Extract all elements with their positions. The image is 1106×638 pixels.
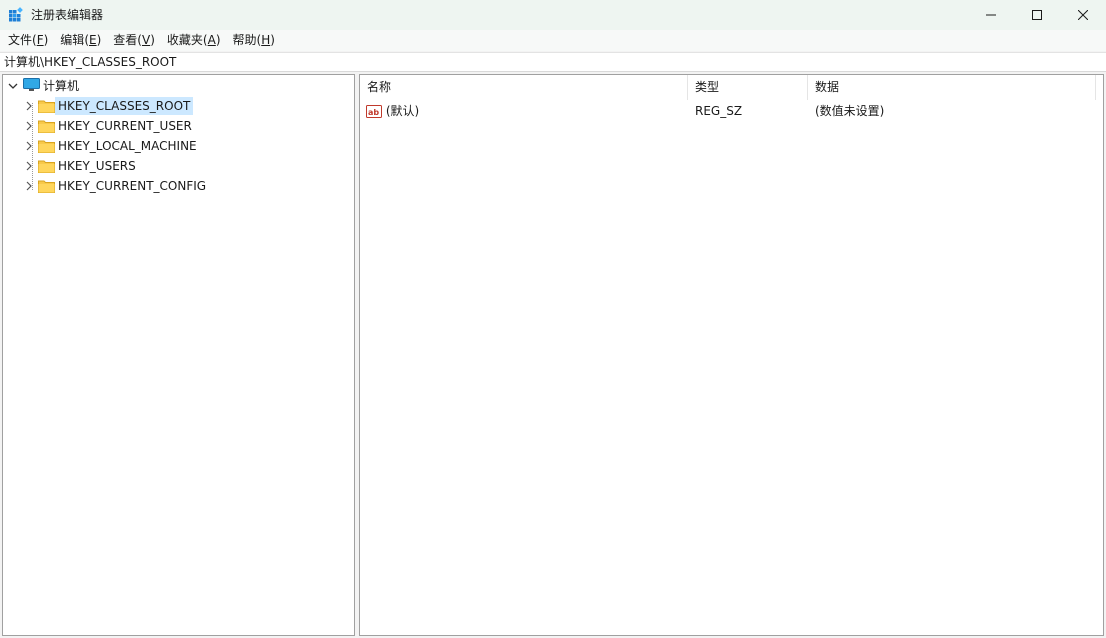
chevron-down-icon[interactable] (7, 80, 19, 92)
folder-icon (38, 159, 55, 173)
value-name: (默认) (385, 104, 420, 118)
chevron-right-icon[interactable] (23, 100, 35, 112)
minimize-button[interactable] (968, 0, 1014, 30)
value-data: (数值未设置) (815, 104, 885, 118)
value-row[interactable]: ab (默认) REG_SZ (数值未设置) (360, 75, 1103, 121)
chevron-right-icon[interactable] (23, 160, 35, 172)
title-bar[interactable]: 注册表编辑器 (0, 0, 1106, 30)
menu-view[interactable]: 查看(V) (107, 30, 161, 51)
computer-icon (23, 77, 40, 95)
folder-icon (38, 139, 55, 153)
tree-item-hkey-local-machine[interactable]: HKEY_LOCAL_MACHINE (23, 136, 200, 156)
chevron-right-icon[interactable] (23, 120, 35, 132)
menu-view-accel: V (141, 33, 151, 47)
tree-item-hkey-current-config[interactable]: HKEY_CURRENT_CONFIG (23, 176, 209, 196)
folder-icon (38, 119, 55, 133)
values-list-pane[interactable]: 名称 类型 数据 ab (默认) REG_SZ (数值未设置) (359, 74, 1104, 636)
folder-icon (38, 99, 55, 113)
menu-file-label: 文件 (8, 33, 33, 47)
menu-file[interactable]: 文件(F) (2, 30, 54, 51)
menu-file-accel: F (36, 33, 44, 47)
string-value-icon: ab (366, 104, 382, 120)
value-type: REG_SZ (695, 104, 743, 118)
menu-help-accel: H (261, 33, 271, 47)
address-bar[interactable]: 计算机\HKEY_CLASSES_ROOT (0, 52, 1106, 72)
tree-item-hkey-users[interactable]: HKEY_USERS (23, 156, 139, 176)
registry-editor-window: 注册表编辑器 文件(F) 编辑(E) 查看(V) 收藏夹(A) 帮助(H) 计算… (0, 0, 1106, 638)
menu-favorites[interactable]: 收藏夹(A) (161, 30, 227, 51)
tree-label-hkey-current-user: HKEY_CURRENT_USER (58, 119, 192, 133)
menu-help-label: 帮助 (232, 33, 257, 47)
menu-edit[interactable]: 编辑(E) (54, 30, 107, 51)
menu-favorites-label: 收藏夹 (166, 33, 203, 47)
tree-label-hkey-current-config: HKEY_CURRENT_CONFIG (58, 179, 207, 193)
svg-text:ab: ab (368, 108, 379, 117)
close-button[interactable] (1060, 0, 1106, 30)
chevron-right-icon[interactable] (23, 180, 35, 192)
menu-bar: 文件(F) 编辑(E) 查看(V) 收藏夹(A) 帮助(H) (0, 30, 1106, 51)
folder-icon (38, 179, 55, 193)
menu-edit-accel: E (89, 33, 97, 47)
tree-label-computer: 计算机 (43, 79, 80, 93)
menu-favorites-accel: A (207, 33, 216, 47)
maximize-icon (1032, 10, 1042, 20)
tree-item-computer[interactable]: 计算机 (7, 76, 82, 96)
window-title: 注册表编辑器 (31, 8, 104, 22)
key-tree-pane[interactable]: 计算机 HKEY_CLASSES_ROOT HKEY_CURRENT_USER (2, 74, 355, 636)
tree-item-hkey-current-user[interactable]: HKEY_CURRENT_USER (23, 116, 195, 136)
tree-label-hkey-local-machine: HKEY_LOCAL_MACHINE (58, 139, 197, 153)
menu-view-label: 查看 (113, 33, 138, 47)
tree-item-hkey-classes-root[interactable]: HKEY_CLASSES_ROOT (23, 96, 194, 116)
tree-label-hkey-users: HKEY_USERS (58, 159, 136, 173)
menu-edit-label: 编辑 (60, 33, 85, 47)
value-name-cell: ab (默认) (366, 101, 419, 121)
maximize-button[interactable] (1014, 0, 1060, 30)
regedit-app-icon (8, 7, 24, 23)
close-icon (1078, 10, 1088, 20)
chevron-right-icon[interactable] (23, 140, 35, 152)
menu-help[interactable]: 帮助(H) (227, 30, 281, 51)
tree-label-hkey-classes-root: HKEY_CLASSES_ROOT (55, 97, 194, 115)
minimize-icon (986, 14, 996, 16)
